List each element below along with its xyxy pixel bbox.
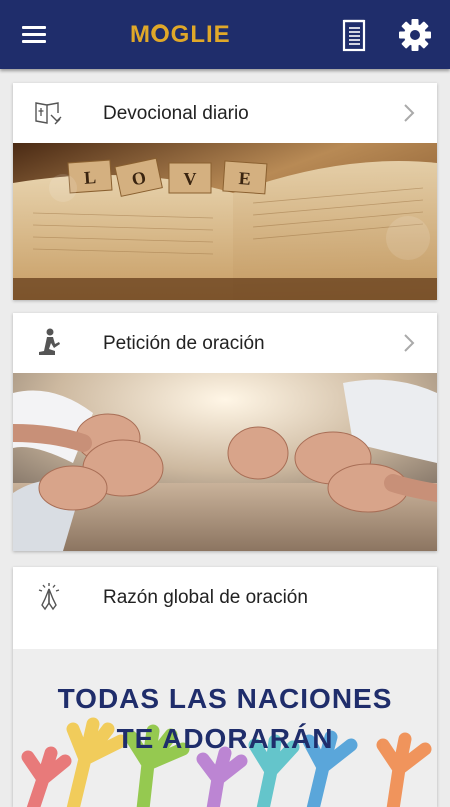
svg-text:L: L (83, 167, 96, 188)
banner-line-1: TODAS LAS NACIONES (57, 683, 393, 714)
card-peticion-de-oracion[interactable]: Petición de oración (13, 313, 437, 551)
praying-person-icon (39, 328, 60, 355)
card-header[interactable]: Petición de oración (13, 313, 437, 373)
card-header[interactable]: Devocional diario (13, 83, 437, 143)
card-devocional-diario[interactable]: Devocional diario L O V E (13, 83, 437, 300)
chevron-right-icon (404, 334, 415, 352)
global-prayer-banner: TODAS LAS NACIONES TE ADORARÁN (13, 649, 437, 807)
card-header[interactable]: Razón global de oración (13, 567, 437, 627)
gear-icon[interactable] (397, 17, 433, 53)
love-tiles-on-bible-photo: L O V E (13, 143, 437, 300)
book-icon[interactable] (340, 18, 370, 52)
bible-reading-icon (35, 102, 62, 125)
card-title: Devocional diario (103, 103, 249, 124)
card-razon-global-de-oracion[interactable]: Razón global de oración TODAS LAS NACION… (13, 567, 437, 807)
card-title: Razón global de oración (103, 587, 308, 608)
holding-hands-prayer-photo (13, 373, 437, 551)
chevron-right-icon (404, 104, 415, 122)
app-logo: MOGLIE (130, 21, 231, 48)
svg-text:E: E (238, 168, 251, 189)
app-bar: MOGLIE (0, 0, 450, 69)
svg-text:MOGLIE: MOGLIE (130, 21, 231, 48)
svg-text:V: V (184, 169, 197, 189)
hamburger-menu-icon[interactable] (22, 24, 48, 44)
praying-hands-icon (38, 583, 60, 611)
banner-line-2: TE ADORARÁN (116, 723, 334, 754)
card-title: Petición de oración (103, 333, 265, 354)
